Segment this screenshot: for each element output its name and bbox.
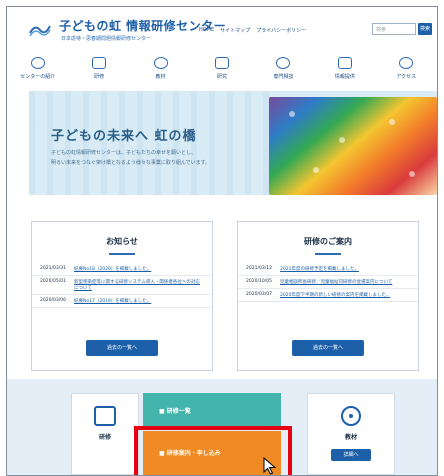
home-link[interactable]: HOME xyxy=(199,27,214,34)
nav-label: 教材 xyxy=(155,74,166,80)
nav-item-material[interactable]: 教材 xyxy=(130,55,191,85)
nav-item-access[interactable]: アクセス xyxy=(376,55,437,85)
disc-icon xyxy=(341,406,361,426)
list-item: 2020/05/01 新型感染症等に関する研修システム導入・関係者各位への対応に… xyxy=(32,276,212,295)
nav-label: アクセス xyxy=(396,74,417,80)
hero-text: 明るい未来をつなぐ架け橋となるよう様々な事業に取り組んでいます。 xyxy=(51,160,211,166)
site-header: 子どもの虹 情報研修センター 日本虐待・思春期問題情報研修センター HOME サ… xyxy=(7,7,437,53)
sitemap-link[interactable]: サイトマップ xyxy=(220,27,250,34)
mouse-cursor-icon xyxy=(263,457,277,475)
training-link[interactable]: 2021年度の研修予定を掲載しました。 xyxy=(280,266,359,272)
nav-label: 研究 xyxy=(216,74,227,80)
site-subtitle: 日本虐待・思春期問題情報研修センター xyxy=(61,36,152,42)
nav-item-about[interactable]: センターの紹介 xyxy=(7,55,68,85)
list-item: 2020/03/06 紀要No17（2019）を掲載しました。 xyxy=(32,295,212,308)
nav-label: 研修 xyxy=(94,74,105,80)
training-link[interactable]: 2020年度下半期の新しい研修の案内を掲載しました。 xyxy=(280,292,390,298)
news-date: 2020/10/05 xyxy=(246,279,272,284)
panel-title: お知らせ xyxy=(106,237,138,246)
news-link[interactable]: 紀要No18（2020）を掲載しました。 xyxy=(74,266,151,272)
hero-banner: 子どもの未来へ 虹の橋 子どもの虹情報研修センターは、子どもたちの幸せを願いとし… xyxy=(29,91,437,195)
main-nav: センターの紹介 研修 教材 研究 専門相談 情報提供 アクセス xyxy=(7,55,437,85)
news-link[interactable]: 新型感染症等に関する研修システム導入・関係者各位への対応について xyxy=(74,279,204,291)
list-item: 2021/03/12 2021年度の研修予定を掲載しました。 xyxy=(238,263,418,276)
training-link[interactable]: 児童相談所長研修／児童福祉司研修の会場案内について xyxy=(280,279,392,285)
divider xyxy=(109,253,135,255)
news-date: 2021/03/31 xyxy=(40,266,66,271)
news-date: 2021/03/12 xyxy=(246,266,272,271)
consult-icon xyxy=(276,57,291,69)
nav-item-training[interactable]: 研修 xyxy=(68,55,129,85)
rainbow-mosaic-image xyxy=(269,97,437,195)
logo-icon[interactable] xyxy=(29,23,51,37)
training-icon xyxy=(92,57,107,69)
training-card[interactable]: 研修 xyxy=(71,393,139,475)
training-panel: 研修のご案内 2021/03/12 2021年度の研修予定を掲載しました。 20… xyxy=(237,221,419,371)
nav-item-research[interactable]: 研究 xyxy=(191,55,252,85)
list-item: 2020/03/07 2020年度下半期の新しい研修の案内を掲載しました。 xyxy=(238,289,418,302)
news-panel: お知らせ 2021/03/31 紀要No18（2020）を掲載しました。 202… xyxy=(31,221,213,371)
material-card-label: 教材 xyxy=(344,434,357,441)
news-date: 2020/03/07 xyxy=(246,292,272,297)
nav-item-consult[interactable]: 専門相談 xyxy=(253,55,314,85)
training-list-button[interactable]: ■ 研修一覧 xyxy=(143,393,281,427)
list-item: 2020/10/05 児童相談所長研修／児童福祉司研修の会場案内について xyxy=(238,276,418,289)
news-date: 2020/05/01 xyxy=(40,279,66,284)
document-icon xyxy=(337,57,352,69)
info-icon xyxy=(30,57,45,69)
hero-text: 子どもの虹情報研修センターは、子どもたちの幸せを願いとし、 xyxy=(51,150,197,156)
training-list-label: 研修一覧 xyxy=(166,408,191,415)
nav-label: センターの紹介 xyxy=(20,74,56,80)
news-link[interactable]: 紀要No17（2019）を掲載しました。 xyxy=(74,298,151,304)
material-card[interactable]: 教材 詳細へ xyxy=(307,393,395,475)
material-icon xyxy=(153,57,168,69)
search-button[interactable]: 検索 xyxy=(418,23,432,35)
list-item: 2021/03/31 紀要No18（2020）を掲載しました。 xyxy=(32,263,212,276)
training-icon xyxy=(94,406,116,426)
news-archive-button[interactable]: 過去の一覧へ xyxy=(86,340,158,356)
nav-label: 情報提供 xyxy=(334,74,355,80)
browser-frame: 子どもの虹 情報研修センター 日本虐待・思春期問題情報研修センター HOME サ… xyxy=(6,6,438,476)
privacy-link[interactable]: プライバシーポリシー xyxy=(256,27,306,34)
top-links: HOME サイトマップ プライバシーポリシー xyxy=(199,27,306,34)
material-detail-button[interactable]: 詳細へ xyxy=(331,449,371,461)
hero-title: 子どもの未来へ 虹の橋 xyxy=(51,129,197,144)
training-archive-button[interactable]: 過去の一覧へ xyxy=(292,340,364,356)
research-icon xyxy=(214,57,229,69)
location-icon xyxy=(399,57,414,69)
training-card-label: 研修 xyxy=(98,434,111,441)
divider xyxy=(315,253,341,255)
news-date: 2020/03/06 xyxy=(40,298,66,303)
search-input[interactable]: 検索 xyxy=(372,23,416,35)
panel-title: 研修のご案内 xyxy=(304,237,352,246)
nav-label: 専門相談 xyxy=(273,74,294,80)
nav-item-info[interactable]: 情報提供 xyxy=(314,55,375,85)
